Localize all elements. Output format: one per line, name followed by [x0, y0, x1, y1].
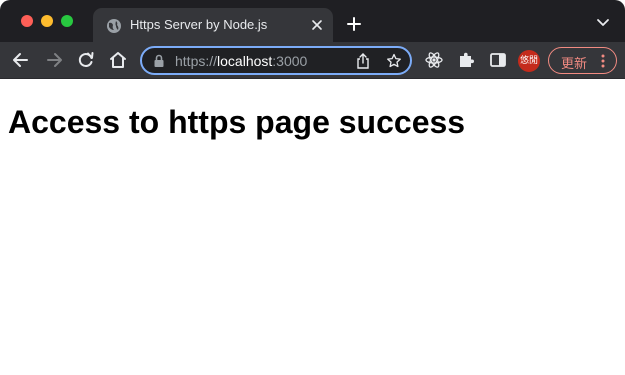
url-scheme: https:// — [175, 53, 218, 69]
close-tab-icon[interactable] — [310, 18, 324, 32]
update-button-label: 更新 — [561, 57, 588, 72]
globe-icon — [107, 19, 121, 33]
home-icon[interactable] — [108, 50, 128, 70]
extensions-puzzle-icon[interactable] — [456, 50, 476, 70]
zoom-window-button[interactable] — [61, 15, 73, 27]
forward-arrow-icon[interactable] — [44, 50, 64, 70]
browser-toolbar: https://localhost:3000 悠閒 更新 — [0, 42, 625, 79]
tab-title: Https Server by Node.js — [130, 17, 268, 32]
tab-strip: Https Server by Node.js — [0, 0, 625, 42]
share-icon[interactable] — [355, 53, 371, 69]
profile-avatar[interactable]: 悠閒 — [518, 50, 540, 72]
back-arrow-icon[interactable] — [11, 50, 31, 70]
address-bar[interactable]: https://localhost:3000 — [140, 46, 412, 75]
url-port: :3000 — [272, 53, 308, 69]
new-tab-button[interactable] — [346, 16, 362, 32]
url-host: localhost — [217, 53, 273, 69]
page-content: Access to https page success — [0, 80, 625, 375]
more-menu-icon[interactable] — [601, 54, 605, 68]
chevron-down-icon[interactable] — [596, 18, 610, 28]
tab-active[interactable]: Https Server by Node.js — [93, 8, 333, 42]
bookmark-star-icon[interactable] — [386, 53, 402, 69]
close-window-button[interactable] — [21, 15, 33, 27]
minimize-window-button[interactable] — [41, 15, 53, 27]
url-text: https://localhost:3000 — [175, 53, 307, 69]
lock-icon[interactable] — [153, 54, 165, 68]
reload-icon[interactable] — [76, 50, 96, 70]
update-button[interactable]: 更新 — [548, 47, 617, 74]
browser-window: Https Server by Node.js https://localhos… — [0, 0, 625, 375]
page-heading: Access to https page success — [8, 104, 466, 140]
react-devtools-icon[interactable] — [424, 50, 444, 70]
side-panel-icon[interactable] — [488, 50, 508, 70]
